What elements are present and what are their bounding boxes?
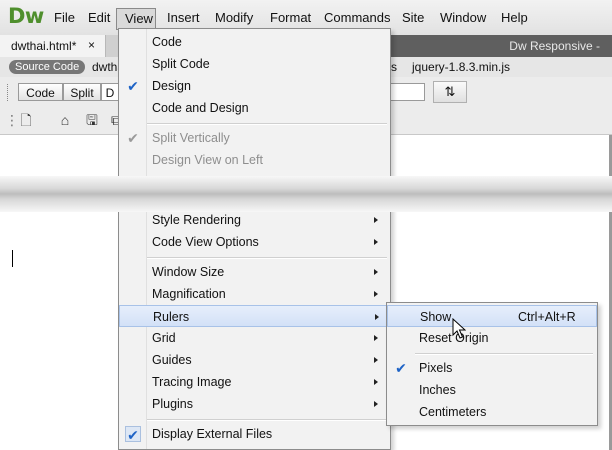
checkmark-icon: ✔	[127, 78, 139, 94]
menu-item-label: Plugins	[152, 397, 193, 411]
checkmark-icon: ✔	[125, 426, 141, 443]
menu-item-label: Window Size	[152, 265, 225, 279]
menu-edit[interactable]: Edit	[88, 10, 110, 25]
menu-separator	[147, 123, 387, 125]
menu-item-label: Pixels	[419, 361, 453, 375]
menu-file[interactable]: File	[54, 10, 75, 25]
title-input[interactable]	[390, 83, 425, 101]
menu-item-label: Centimeters	[419, 405, 487, 419]
rulers-menu-item-inches[interactable]: Inches	[387, 379, 597, 401]
submenu-arrow-icon	[374, 335, 378, 341]
menu-item-label: Design	[152, 79, 191, 93]
dreamweaver-logo: Dw	[8, 4, 44, 28]
submenu-arrow-icon	[375, 314, 379, 320]
menu-item-label: Show	[420, 310, 452, 324]
checkmark-icon: ✔	[395, 360, 407, 376]
menu-item-label: Split Vertically	[152, 131, 230, 145]
menu-window[interactable]: Window	[440, 10, 486, 25]
view-menu-item-magnification[interactable]: Magnification	[119, 283, 390, 305]
menu-help[interactable]: Help	[501, 10, 528, 25]
toolbar-grip[interactable]	[7, 84, 12, 101]
view-menu-item-code-view-options[interactable]: Code View Options	[119, 231, 390, 253]
workspace-label: Dw Responsive -	[509, 39, 600, 53]
view-menu-item-split-code[interactable]: Split Code	[119, 53, 390, 75]
view-menu-item-style-rendering[interactable]: Style Rendering	[119, 209, 390, 231]
view-menu-item-split-vertically: ✔ Split Vertically	[119, 127, 390, 149]
menu-item-label: Tracing Image	[152, 375, 232, 389]
menu-separator	[415, 353, 593, 355]
view-menu-item-tracing-image[interactable]: Tracing Image	[119, 371, 390, 393]
rulers-menu-item-show[interactable]: Show Ctrl+Alt+R	[387, 305, 597, 327]
submenu-arrow-icon	[374, 217, 378, 223]
rulers-menu-item-centimeters[interactable]: Centimeters	[387, 401, 597, 423]
menu-item-label: Inches	[419, 383, 456, 397]
view-menu-item-plugins[interactable]: Plugins	[119, 393, 390, 415]
screenshot-cut-band	[0, 176, 612, 212]
save-icon[interactable]: 🖫	[84, 112, 100, 128]
menu-item-label: Magnification	[152, 287, 226, 301]
mouse-pointer-icon	[452, 318, 466, 339]
document-tab-label: dwthai.html*	[11, 39, 77, 53]
menu-item-label: Code	[152, 35, 182, 49]
menu-item-label: Split Code	[152, 57, 210, 71]
submenu-arrow-icon	[374, 291, 378, 297]
related-file-jquery[interactable]: jquery-1.8.3.min.js	[412, 60, 510, 74]
view-menu-item-grid[interactable]: Grid	[119, 327, 390, 349]
menu-commands[interactable]: Commands	[324, 10, 390, 25]
close-icon[interactable]: ×	[88, 38, 95, 52]
menu-item-shortcut: Ctrl+Alt+R	[518, 310, 576, 324]
view-menu-item-code-and-design[interactable]: Code and Design	[119, 97, 390, 119]
open-folder-icon[interactable]: ⌂	[57, 112, 73, 128]
menu-item-label: Display External Files	[152, 427, 273, 441]
view-menu-item-code[interactable]: Code	[119, 31, 390, 53]
split-view-button[interactable]: Split	[63, 83, 101, 101]
workspace-switcher[interactable]: Dw Responsive -	[390, 35, 612, 57]
view-menu-item-rulers[interactable]: Rulers	[119, 305, 390, 327]
menu-item-label: Guides	[152, 353, 192, 367]
code-view-button[interactable]: Code	[18, 83, 63, 101]
view-menu-item-design[interactable]: ✔ Design	[119, 75, 390, 97]
refresh-view-button[interactable]: ⇅	[433, 81, 467, 103]
source-code-button[interactable]: Source Code	[9, 60, 86, 74]
checkmark-icon: ✔	[127, 130, 139, 146]
menu-separator	[147, 419, 387, 421]
menu-item-label: Code and Design	[152, 101, 249, 115]
view-menu-item-window-size[interactable]: Window Size	[119, 261, 390, 283]
menu-item-label: Design View on Left	[152, 153, 263, 167]
menu-item-label: Style Rendering	[152, 213, 241, 227]
new-document-icon[interactable]: 🗋	[18, 112, 34, 128]
rulers-submenu: Show Ctrl+Alt+R Reset Origin ✔ Pixels In…	[386, 302, 598, 426]
menu-insert[interactable]: Insert	[167, 10, 200, 25]
view-menu-item-design-view-on-left: Design View on Left	[119, 149, 390, 171]
design-view-button[interactable]: D	[101, 83, 119, 101]
menu-item-label: Code View Options	[152, 235, 259, 249]
rulers-menu-item-pixels[interactable]: ✔ Pixels	[387, 357, 597, 379]
menu-item-label: Grid	[152, 331, 176, 345]
view-menu-item-display-external-files[interactable]: ✔ Display External Files	[119, 423, 390, 445]
submenu-arrow-icon	[374, 379, 378, 385]
menu-view[interactable]: View	[116, 8, 156, 30]
view-menu-item-guides[interactable]: Guides	[119, 349, 390, 371]
submenu-arrow-icon	[374, 401, 378, 407]
menu-format[interactable]: Format	[270, 10, 311, 25]
document-tab[interactable]: dwthai.html* ×	[0, 35, 106, 57]
text-caret	[12, 250, 13, 267]
submenu-arrow-icon	[374, 357, 378, 363]
view-menu-dropdown: Code Split Code ✔ Design Code and Design…	[118, 28, 391, 450]
submenu-arrow-icon	[374, 269, 378, 275]
rulers-menu-item-reset-origin[interactable]: Reset Origin	[387, 327, 597, 349]
menu-item-label: Rulers	[153, 310, 190, 324]
menu-site[interactable]: Site	[402, 10, 424, 25]
menu-view-label: View	[125, 11, 153, 26]
refresh-icon: ⇅	[444, 84, 456, 99]
menu-modify[interactable]: Modify	[215, 10, 253, 25]
menu-separator	[147, 257, 387, 259]
submenu-arrow-icon	[374, 239, 378, 245]
